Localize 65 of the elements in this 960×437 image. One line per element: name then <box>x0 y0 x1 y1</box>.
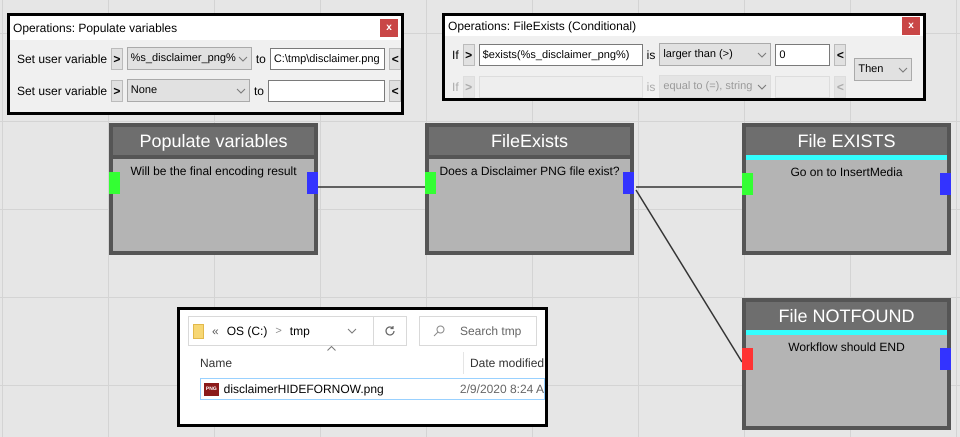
address-bar[interactable]: « OS (C:) > tmp <box>188 316 407 346</box>
flow-node[interactable]: Populate variables Will be the final encoding result <box>109 123 318 255</box>
node-title: Populate variables <box>113 127 314 155</box>
caret-icon <box>236 88 246 94</box>
node-description: Go on to InsertMedia <box>789 164 904 181</box>
output-port[interactable] <box>623 172 634 194</box>
dialog-title: Operations: FileExists (Conditional) <box>448 18 636 35</box>
caret-icon <box>347 328 357 334</box>
input-port[interactable] <box>425 172 436 194</box>
search-field[interactable]: Search tmp <box>419 316 537 346</box>
then-dropdown[interactable]: Then <box>854 58 912 81</box>
breadcrumb-item[interactable]: tmp <box>290 322 310 340</box>
caret-icon <box>898 66 908 72</box>
input-port[interactable] <box>742 348 753 370</box>
node-description: Will be the final encoding result <box>129 163 298 180</box>
caret-icon <box>757 52 768 58</box>
arrow-button[interactable]: < <box>389 48 401 70</box>
output-port[interactable] <box>940 348 951 370</box>
node-title: File EXISTS <box>746 127 947 155</box>
arrow-button[interactable]: > <box>111 48 123 70</box>
flow-node[interactable]: File NOTFOUND Workflow should END <box>742 298 951 430</box>
field-label: If <box>452 78 459 96</box>
caret-icon <box>238 56 248 62</box>
field-label: is <box>646 46 656 64</box>
arrow-button[interactable]: < <box>834 44 846 66</box>
field-label: Set user variable <box>17 50 108 68</box>
arrow-button[interactable]: > <box>462 44 475 66</box>
breadcrumb-item[interactable]: OS (C:) <box>226 322 268 340</box>
field-label: is <box>646 78 656 96</box>
flow-node[interactable]: File EXISTS Go on to InsertMedia <box>742 123 951 255</box>
folder-icon <box>193 324 204 338</box>
close-button[interactable]: x <box>902 17 920 35</box>
file-name: disclaimerHIDEFORNOW.png <box>224 381 385 398</box>
field-label: Set user variable <box>17 82 108 100</box>
arrow-button[interactable]: > <box>111 80 123 102</box>
operator-dropdown[interactable]: larger than (>) <box>659 43 772 66</box>
text-field[interactable]: $exists(%s_disclaimer_png%) <box>478 44 643 66</box>
field-label: to <box>254 82 264 100</box>
variable-dropdown[interactable]: %s_disclaimer_png% <box>126 47 252 70</box>
text-field[interactable]: 0 <box>775 44 830 66</box>
node-description: Does a Disclaimer PNG file exist? <box>438 163 621 180</box>
output-port[interactable] <box>940 173 951 195</box>
output-port[interactable] <box>307 172 318 194</box>
node-title: File NOTFOUND <box>746 302 947 330</box>
node-title: FileExists <box>429 127 630 155</box>
field-label: If <box>452 46 459 64</box>
back-chevron[interactable]: « <box>212 322 219 340</box>
text-field[interactable] <box>268 80 386 102</box>
variable-dropdown[interactable]: None <box>126 79 250 102</box>
column-header[interactable]: Date modified <box>464 352 544 374</box>
search-icon <box>433 325 445 337</box>
file-date: 2/9/2020 8:24 A <box>458 381 544 398</box>
input-port[interactable] <box>742 173 753 195</box>
dialog-title: Operations: Populate variables <box>13 20 178 37</box>
node-description: Workflow should END <box>787 339 906 356</box>
field-label: to <box>256 50 266 68</box>
close-button[interactable]: x <box>380 19 398 37</box>
sort-caret-icon <box>327 346 336 351</box>
path-separator: > <box>275 324 282 339</box>
text-field[interactable]: C:\tmp\disclaimer.png <box>270 48 386 70</box>
flow-node[interactable]: FileExists Does a Disclaimer PNG file exist? <box>425 123 634 255</box>
arrow-button[interactable]: < <box>389 80 401 102</box>
column-header[interactable]: Name <box>200 352 464 374</box>
caret-icon <box>757 84 768 90</box>
input-port[interactable] <box>109 172 120 194</box>
